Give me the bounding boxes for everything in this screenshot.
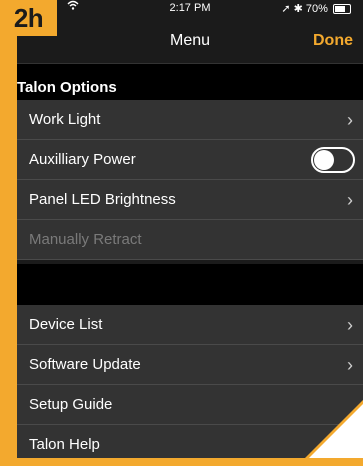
menu-item-label: Panel LED Brightness <box>29 191 176 208</box>
menu-item-label: Manually Retract <box>29 231 142 248</box>
auxilliary-power-toggle[interactable] <box>311 147 355 173</box>
corner-cut <box>309 404 363 458</box>
step-badge: 2h <box>0 0 57 36</box>
status-bar: 2:17 PM ➚ ✱ 70% <box>17 0 363 18</box>
chevron-right-icon: › <box>347 315 353 335</box>
menu-item-label: Talon Help <box>29 436 100 453</box>
menu-item-panel-led-brightness[interactable]: Panel LED Brightness › <box>17 180 363 220</box>
menu-item-work-light[interactable]: Work Light › <box>17 100 363 140</box>
menu-item-label: Auxilliary Power <box>29 151 136 168</box>
talon-options-list: Work Light › Auxilliary Power Panel LED … <box>17 100 363 260</box>
toggle-knob <box>314 150 334 170</box>
nav-title: Menu <box>169 32 211 49</box>
menu-item-device-list[interactable]: Device List › <box>17 305 363 345</box>
section-header: Talon Options <box>17 64 363 100</box>
menu-item-label: Device List <box>29 316 103 333</box>
menu-item-label: Setup Guide <box>29 396 113 413</box>
chevron-right-icon: › <box>347 355 353 375</box>
chevron-right-icon: › <box>347 110 353 130</box>
bluetooth-icon: ✱ <box>293 3 303 15</box>
section-spacer <box>17 264 363 305</box>
menu-item-auxilliary-power: Auxilliary Power <box>17 140 363 180</box>
battery-icon <box>333 4 351 15</box>
chevron-right-icon: › <box>347 190 353 210</box>
menu-item-label: Work Light <box>29 111 101 128</box>
status-right: ➚ ✱ 70% <box>281 2 351 15</box>
menu-item-label: Software Update <box>29 356 141 373</box>
menu-item-software-update[interactable]: Software Update › <box>17 345 363 385</box>
menu-item-manually-retract: Manually Retract <box>17 220 363 260</box>
done-button[interactable]: Done <box>313 32 353 50</box>
nav-bar: Menu Done <box>17 18 363 64</box>
location-icon: ➚ <box>281 3 291 15</box>
battery-percent: 70% <box>305 3 328 15</box>
phone-screen: 2:17 PM ➚ ✱ 70% Menu Done Talon Options … <box>17 0 363 458</box>
